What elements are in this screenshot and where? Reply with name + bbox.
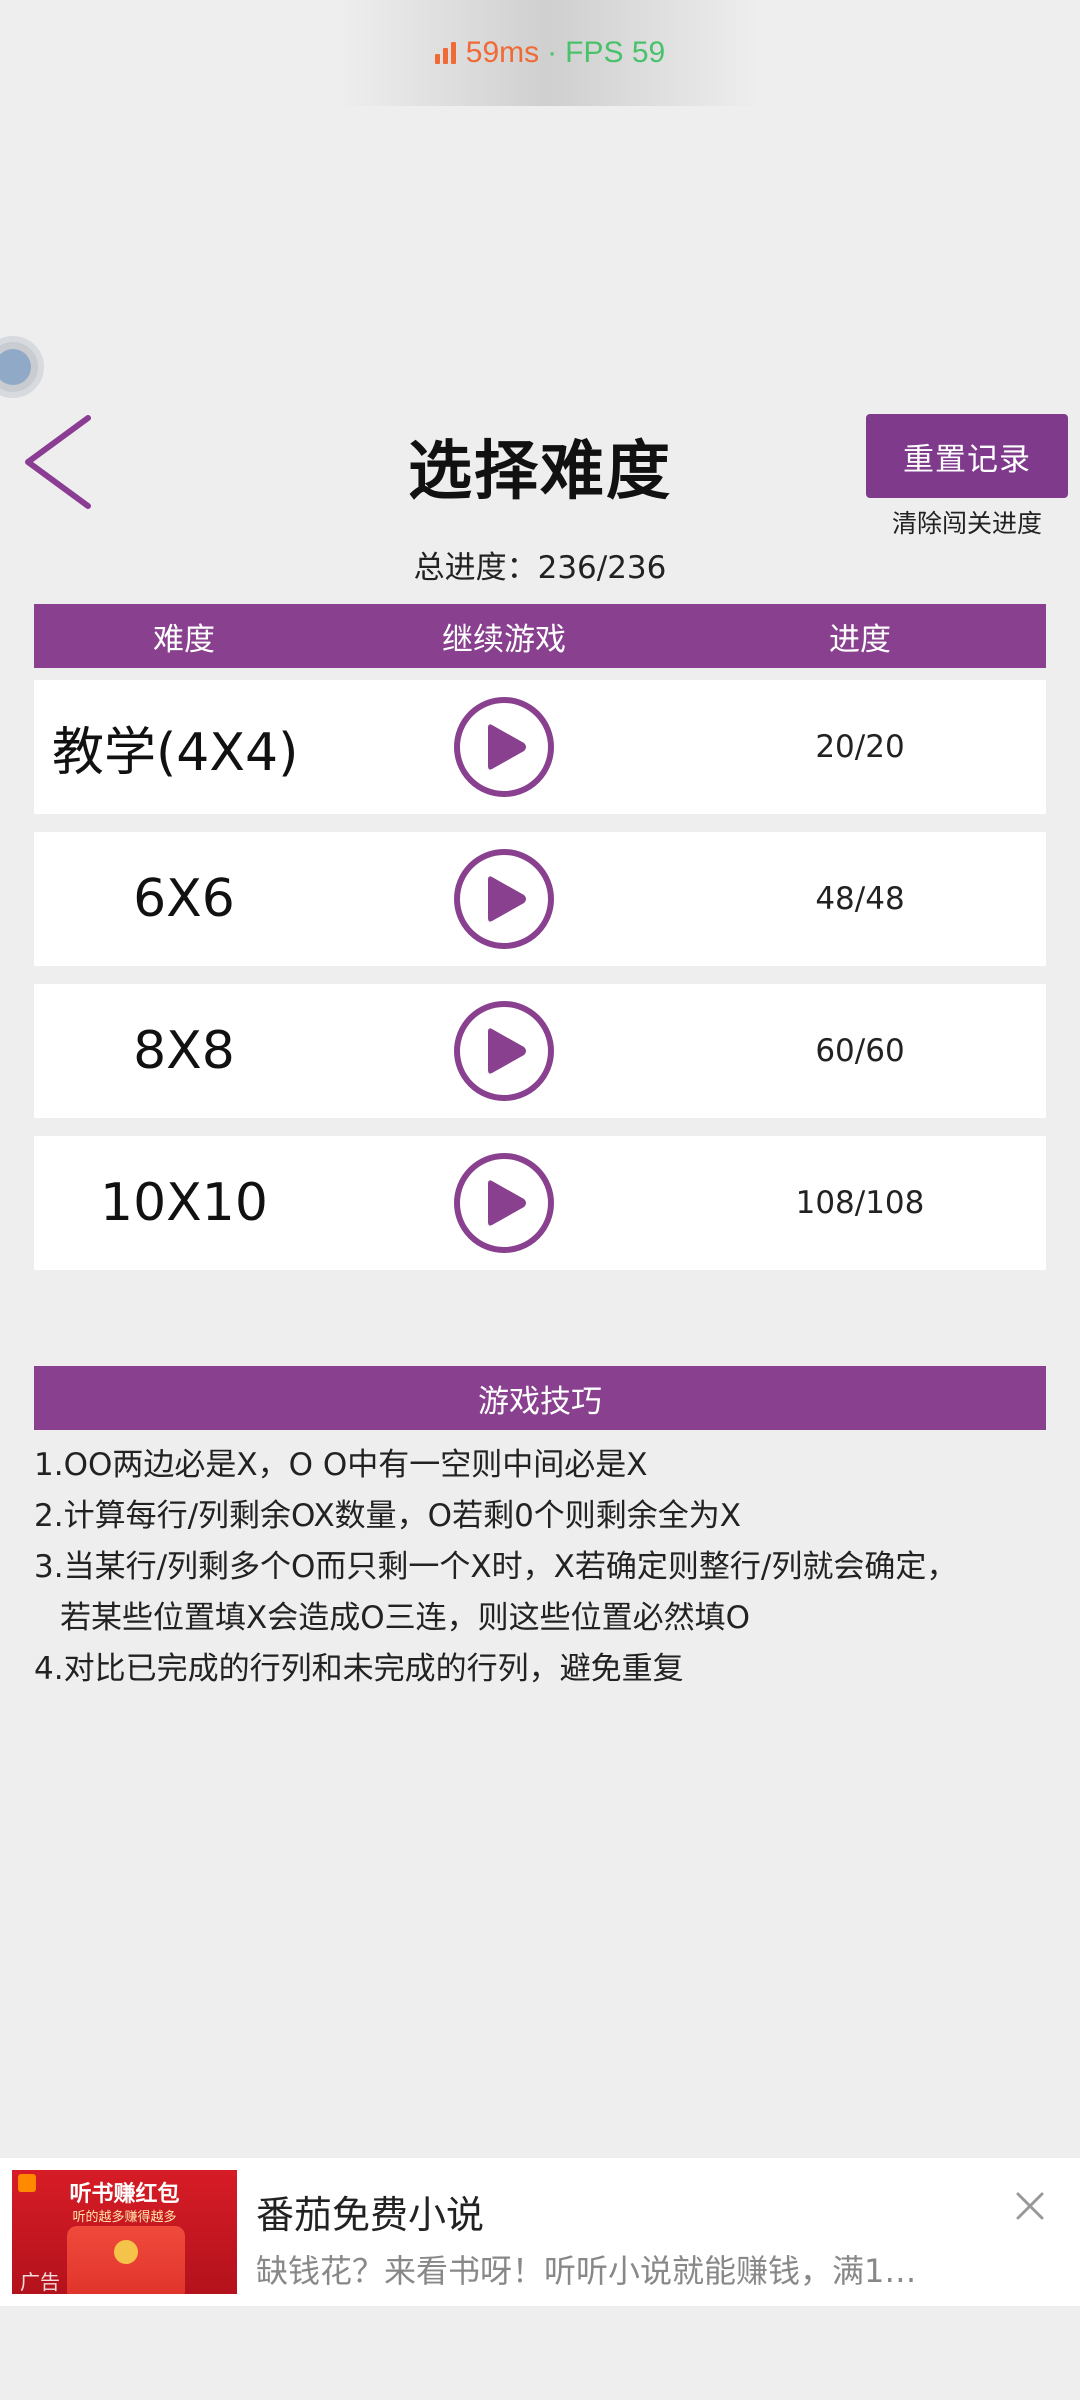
difficulty-row-8x8: 8X8 60/60 bbox=[34, 984, 1046, 1118]
tip-line: 1.OO两边必是X，O O中有一空则中间必是X bbox=[34, 1447, 648, 1483]
tips-header: 游戏技巧 bbox=[34, 1366, 1046, 1430]
header-progress: 进度 bbox=[829, 621, 891, 658]
header-continue: 继续游戏 bbox=[442, 621, 566, 658]
latency-readout: 59ms bbox=[465, 36, 540, 69]
ad-description: 缺钱花？来看书呀！听听小说就能赚钱，满1… bbox=[256, 2252, 917, 2290]
play-button[interactable] bbox=[452, 695, 556, 799]
coin-icon bbox=[114, 2240, 138, 2264]
continue-cell bbox=[334, 680, 674, 814]
ad-tag: 广告 bbox=[20, 2270, 60, 2294]
signal-icon bbox=[434, 42, 456, 64]
difficulty-name: 8X8 bbox=[133, 1021, 235, 1081]
chevron-left-icon bbox=[25, 415, 91, 509]
difficulty-row-6x6: 6X6 48/48 bbox=[34, 832, 1046, 966]
tips-list: 1.OO两边必是X，O O中有一空则中间必是X 2.计算每行/列剩余OX数量，O… bbox=[34, 1440, 1064, 1695]
total-progress: 总进度：236/236 bbox=[413, 550, 667, 586]
ad-image-subtitle: 听的越多赚得越多 bbox=[72, 2210, 177, 2225]
difficulty-row-10x10: 10X10 108/108 bbox=[34, 1136, 1046, 1270]
tip-line: 3.当某行/列剩多个O而只剩一个X时，X若确定则整行/列就会确定， bbox=[34, 1549, 958, 1585]
play-button[interactable] bbox=[452, 999, 556, 1103]
tip-line: 若某些位置填X会造成O三连，则这些位置必然填O bbox=[60, 1600, 751, 1636]
play-button[interactable] bbox=[452, 1151, 556, 1255]
close-icon[interactable] bbox=[1010, 2186, 1050, 2226]
floating-ball-icon bbox=[0, 349, 31, 385]
tip-line: 2.计算每行/列剩余OX数量，O若剩0个则剩余全为X bbox=[34, 1498, 742, 1534]
performance-overlay: 59ms · FPS 59 bbox=[340, 0, 760, 106]
continue-cell bbox=[334, 1136, 674, 1270]
reset-record-button[interactable]: 重置记录 bbox=[866, 414, 1068, 498]
difficulty-row-tutorial: 教学(4X4) 20/20 bbox=[34, 680, 1046, 814]
floating-ball[interactable] bbox=[0, 336, 44, 398]
level-progress: 48/48 bbox=[815, 881, 905, 917]
fps-readout: FPS 59 bbox=[565, 36, 666, 69]
difficulty-name: 10X10 bbox=[100, 1173, 268, 1233]
level-progress: 60/60 bbox=[815, 1033, 905, 1069]
reset-hint: 清除闯关进度 bbox=[891, 509, 1042, 538]
difficulty-name: 6X6 bbox=[133, 869, 235, 929]
level-progress: 20/20 bbox=[815, 729, 905, 765]
ad-image-title: 听书赚红包 bbox=[69, 2182, 180, 2207]
tip-line: 4.对比已完成的行列和未完成的行列，避免重复 bbox=[34, 1651, 684, 1687]
page-title: 选择难度 bbox=[408, 435, 672, 509]
continue-cell bbox=[334, 984, 674, 1118]
ad-image: 听书赚红包 听的越多赚得越多 广告 bbox=[12, 2170, 237, 2294]
perf-separator: · bbox=[547, 36, 558, 69]
continue-cell bbox=[334, 832, 674, 966]
ad-title: 番茄免费小说 bbox=[256, 2193, 485, 2237]
ad-banner[interactable]: 听书赚红包 听的越多赚得越多 广告 番茄免费小说 缺钱花？来看书呀！听听小说就能… bbox=[0, 2158, 1080, 2306]
difficulty-name: 教学(4X4) bbox=[52, 722, 299, 783]
back-button[interactable] bbox=[20, 412, 100, 512]
level-progress: 108/108 bbox=[795, 1185, 925, 1221]
difficulty-table-header: 难度 继续游戏 进度 bbox=[34, 604, 1046, 668]
header-difficulty: 难度 bbox=[153, 621, 215, 658]
play-button[interactable] bbox=[452, 847, 556, 951]
